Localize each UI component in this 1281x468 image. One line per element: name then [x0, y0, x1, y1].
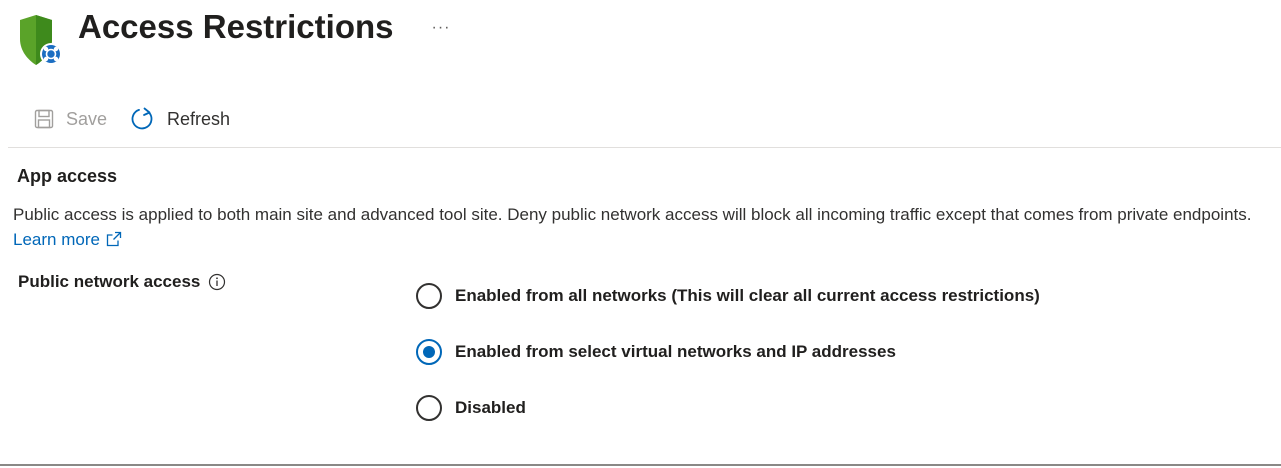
learn-more-label: Learn more: [13, 230, 100, 249]
radio-button-selected[interactable]: [416, 339, 442, 365]
radio-option-disabled[interactable]: Disabled: [416, 392, 1040, 424]
more-options-button[interactable]: ···: [431, 18, 450, 38]
section-title-app-access: App access: [17, 166, 118, 186]
radio-option-all-networks[interactable]: Enabled from all networks (This will cle…: [416, 280, 1040, 312]
bottom-divider: [0, 464, 1281, 466]
external-link-icon: [106, 231, 122, 251]
learn-more-link[interactable]: Learn more: [13, 230, 122, 249]
public-network-access-label: Public network access: [18, 272, 226, 292]
field-label-text: Public network access: [18, 272, 201, 291]
refresh-label: Refresh: [167, 108, 231, 129]
info-icon[interactable]: [208, 273, 226, 291]
public-network-access-radio-group: Enabled from all networks (This will cle…: [416, 280, 1040, 448]
toolbar-divider: [8, 147, 1281, 148]
radio-label: Enabled from select virtual networks and…: [455, 342, 896, 361]
page-title: Access Restrictions: [78, 8, 394, 45]
save-button[interactable]: Save: [34, 109, 107, 130]
radio-button[interactable]: [416, 283, 442, 309]
page-header: Access Restrictions ···: [18, 8, 450, 67]
shield-network-icon: [18, 15, 62, 67]
radio-label: Enabled from all networks (This will cle…: [455, 286, 1040, 305]
radio-option-select-networks[interactable]: Enabled from select virtual networks and…: [416, 336, 1040, 368]
radio-label: Disabled: [455, 398, 526, 417]
radio-button[interactable]: [416, 395, 442, 421]
save-icon: [34, 109, 54, 129]
command-bar: Save Refresh: [34, 104, 252, 134]
app-access-description: Public access is applied to both main si…: [13, 202, 1278, 254]
description-text: Public access is applied to both main si…: [13, 205, 1252, 224]
refresh-icon: [129, 106, 155, 132]
refresh-button[interactable]: Refresh: [129, 106, 230, 132]
save-label: Save: [66, 108, 108, 129]
